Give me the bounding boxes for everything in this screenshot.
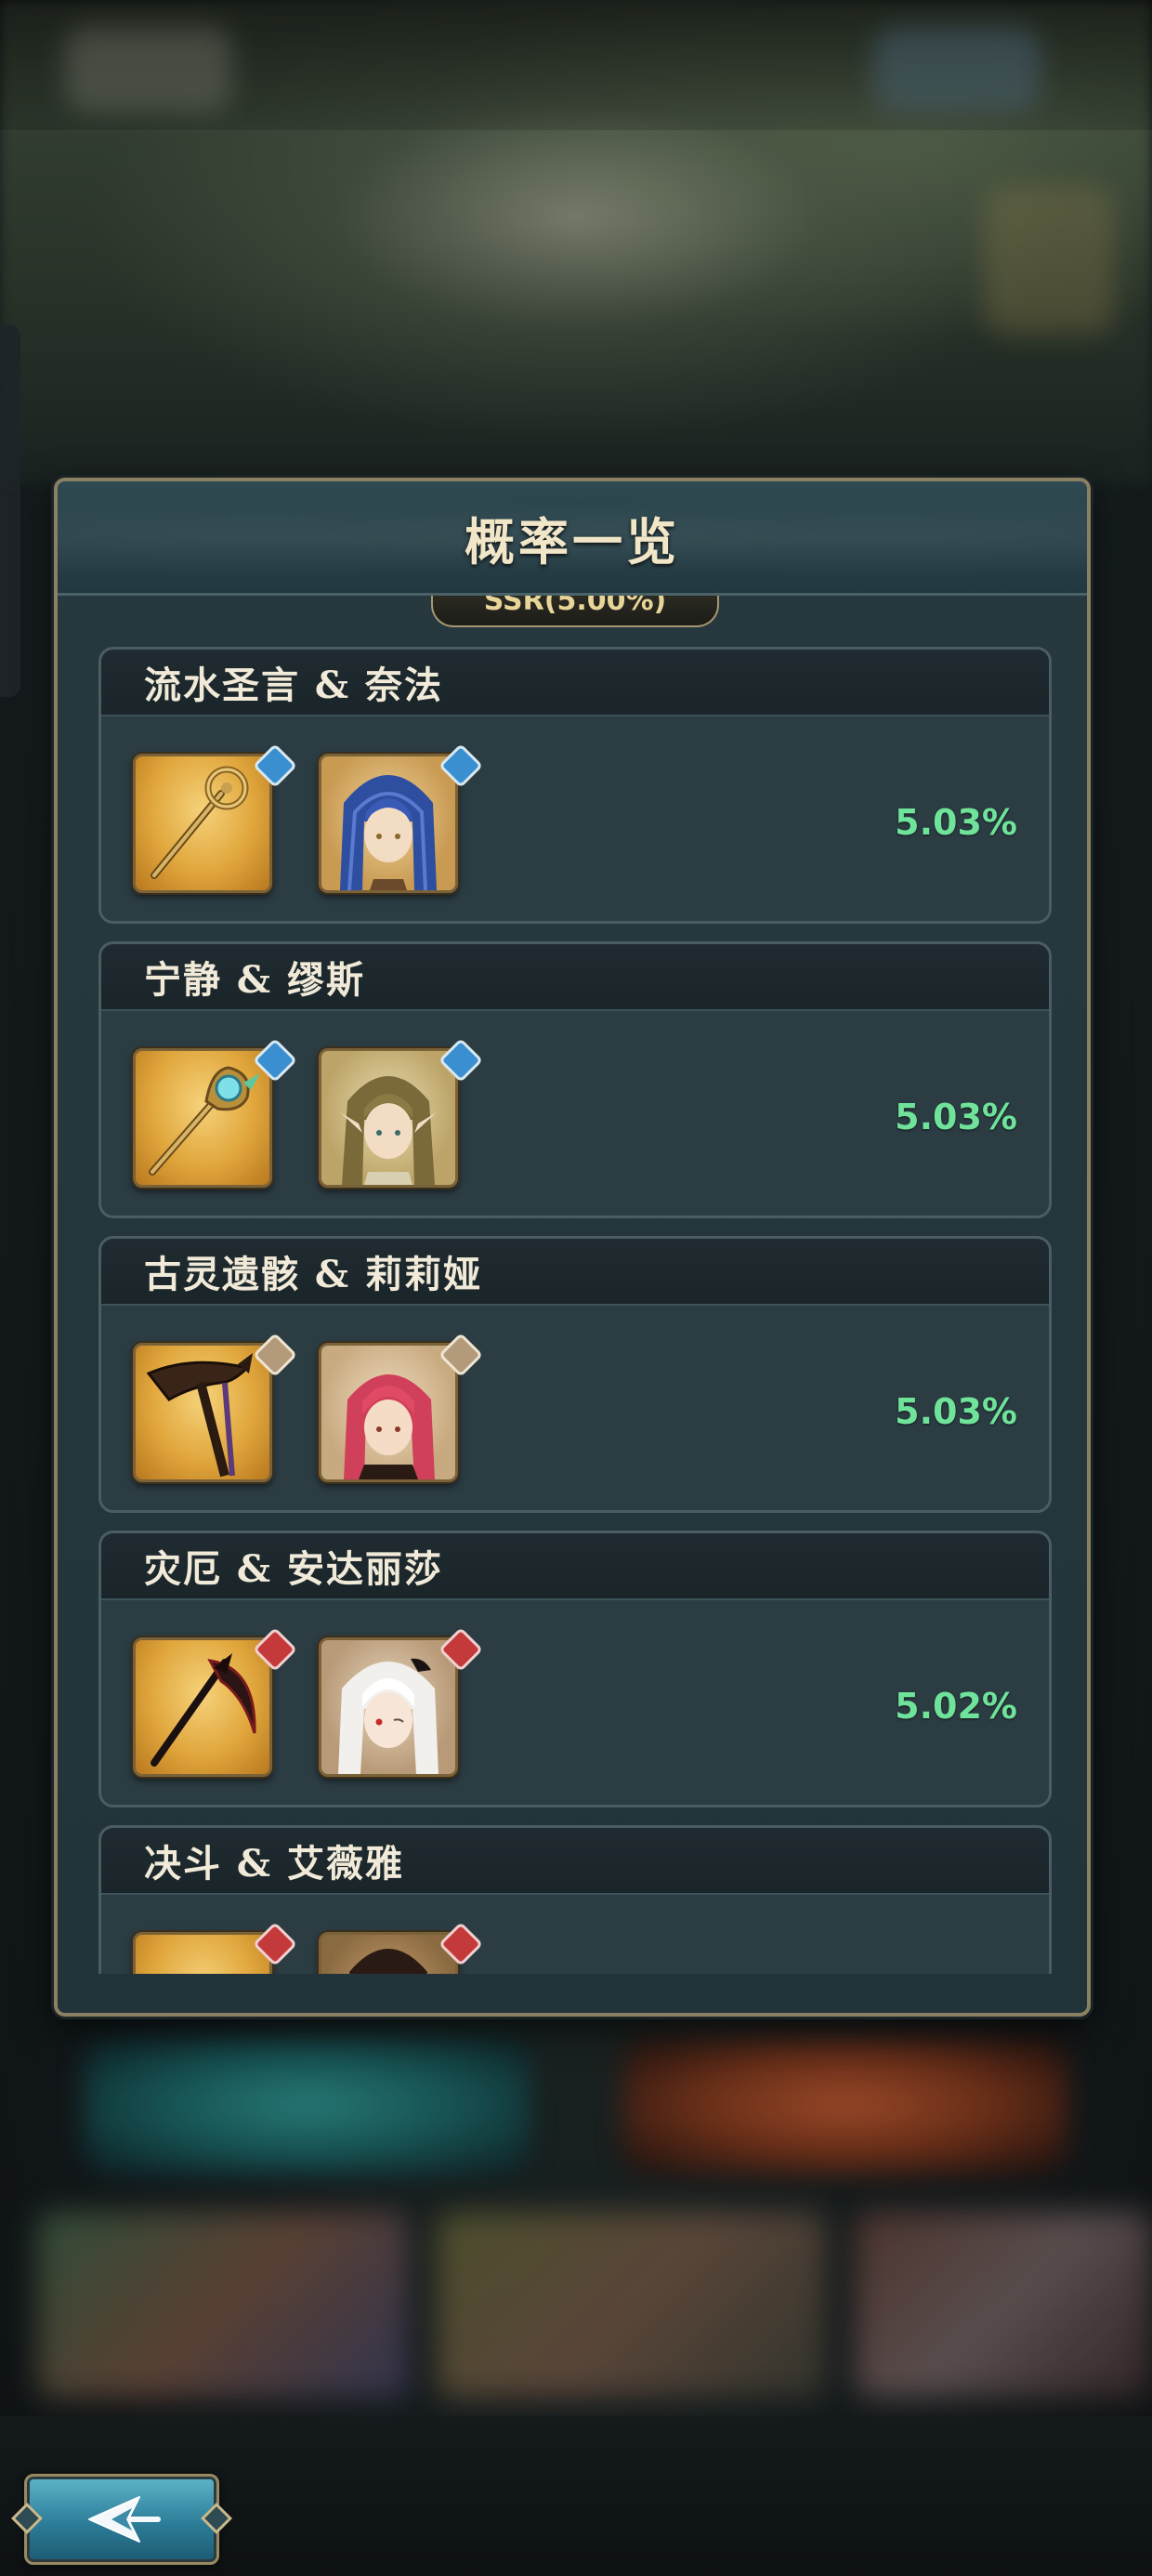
entry-body: 5.03% bbox=[101, 1306, 1049, 1510]
entry-header: 流水圣言 & 奈法 bbox=[101, 650, 1049, 716]
section-label: SSR(5.00%) bbox=[483, 596, 667, 617]
entry-name: 决斗 & 艾薇雅 bbox=[144, 1842, 404, 1886]
rate-entry: 古灵遗骸 & 莉莉娅 5.03% bbox=[98, 1236, 1052, 1513]
entry-body: 5.03% bbox=[101, 1011, 1049, 1216]
back-button[interactable] bbox=[11, 2474, 232, 2565]
element-badge-icon bbox=[246, 1332, 298, 1384]
rates-scroll-list[interactable]: SSR(5.00%) 流水圣言 & 奈法 5.03% 宁静 & 缪斯 5.03%… bbox=[58, 596, 1087, 1974]
modal-title: 概率一览 bbox=[465, 511, 680, 572]
entry-header: 灾厄 & 安达丽莎 bbox=[101, 1533, 1049, 1600]
element-badge-icon bbox=[432, 1037, 484, 1089]
background-blur-item bbox=[873, 28, 1041, 112]
entry-name: 宁静 & 缪斯 bbox=[144, 958, 365, 1002]
element-badge-icon bbox=[246, 743, 298, 795]
background-blur-button bbox=[84, 2035, 530, 2175]
background-blur-button bbox=[622, 2035, 1068, 2175]
element-badge-icon bbox=[432, 1626, 484, 1678]
entry-name: 古灵遗骸 & 莉莉娅 bbox=[144, 1253, 482, 1296]
entry-header: 古灵遗骸 & 莉莉娅 bbox=[101, 1239, 1049, 1306]
rate-value: 5.03% bbox=[895, 1391, 1017, 1432]
rate-entry: 灾厄 & 安达丽莎 5.02% bbox=[98, 1531, 1052, 1807]
rate-entry: 决斗 & 艾薇雅 bbox=[98, 1825, 1052, 1974]
background-blur-item bbox=[985, 186, 1115, 335]
modal-header: 概率一览 bbox=[58, 481, 1087, 596]
entry-body: 5.02% bbox=[101, 1600, 1049, 1805]
element-badge-icon bbox=[246, 1037, 298, 1089]
section-label-tab: SSR(5.00%) bbox=[431, 596, 719, 627]
probability-modal: 概率一览 SSR(5.00%) 流水圣言 & 奈法 5.03% 宁静 & 缪斯 … bbox=[54, 478, 1091, 2017]
rate-value: 5.03% bbox=[895, 802, 1017, 843]
entry-body: 5.03% bbox=[101, 716, 1049, 921]
entry-name: 灾厄 & 安达丽莎 bbox=[144, 1547, 443, 1591]
entry-header: 决斗 & 艾薇雅 bbox=[101, 1828, 1049, 1895]
element-badge-icon bbox=[246, 1626, 298, 1678]
back-arrow-icon bbox=[88, 2496, 161, 2543]
rate-value: 5.03% bbox=[895, 1097, 1017, 1137]
rate-value: 5.02% bbox=[895, 1686, 1017, 1727]
rate-entry: 宁静 & 缪斯 5.03% bbox=[98, 941, 1052, 1218]
entry-body bbox=[101, 1895, 1049, 1974]
background-blur-card bbox=[855, 2212, 1152, 2398]
entry-header: 宁静 & 缪斯 bbox=[101, 944, 1049, 1011]
rate-entry: 流水圣言 & 奈法 5.03% bbox=[98, 647, 1052, 924]
element-badge-icon bbox=[432, 743, 484, 795]
element-badge-icon bbox=[432, 1921, 484, 1973]
background-blur-card bbox=[37, 2212, 409, 2398]
background-blur-item bbox=[65, 28, 232, 112]
element-badge-icon bbox=[246, 1921, 298, 1973]
element-badge-icon bbox=[432, 1332, 484, 1384]
background-side-strip bbox=[0, 325, 20, 697]
entry-name: 流水圣言 & 奈法 bbox=[144, 664, 443, 707]
background-blur-card bbox=[437, 2212, 827, 2398]
